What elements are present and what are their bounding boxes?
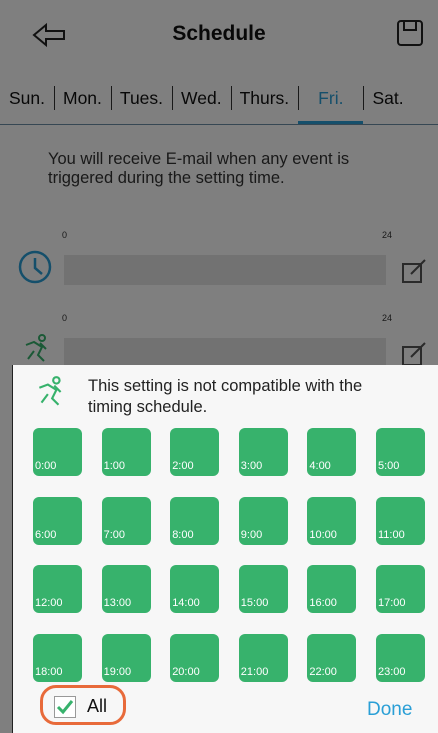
hour-cell[interactable]: 0:00 <box>33 428 82 476</box>
hour-cell[interactable]: 3:00 <box>238 428 288 476</box>
hour-cell[interactable]: 7:00 <box>101 496 151 545</box>
hour-cell[interactable]: 19:00 <box>101 633 151 682</box>
hour-cell[interactable]: 11:00 <box>376 496 425 545</box>
hour-label: 9:00 <box>240 528 263 541</box>
hour-cell[interactable]: 1:00 <box>101 428 151 476</box>
hour-label: 3:00 <box>240 460 263 472</box>
hour-label: 7:00 <box>103 528 126 541</box>
hour-label: 15:00 <box>240 597 269 609</box>
hour-cell[interactable]: 22:00 <box>307 633 357 682</box>
hour-cell[interactable]: 4:00 <box>307 428 357 476</box>
hour-cell[interactable]: 21:00 <box>238 633 288 682</box>
hour-label: 2:00 <box>172 460 194 472</box>
hour-cell[interactable]: 6:00 <box>33 496 82 545</box>
hour-label: 23:00 <box>378 665 406 678</box>
all-label: All <box>87 696 108 716</box>
bottom-sheet: This setting is not compatible with the … <box>13 365 438 733</box>
hour-label: 1:00 <box>103 460 126 472</box>
hour-label: 18:00 <box>35 665 63 678</box>
hour-label: 0:00 <box>35 460 57 472</box>
hour-cell[interactable]: 10:00 <box>307 496 357 545</box>
done-button[interactable]: Done <box>367 699 412 721</box>
hour-cell[interactable]: 16:00 <box>307 565 357 613</box>
hour-label: 8:00 <box>172 528 194 541</box>
all-checkbox-highlight[interactable]: All <box>40 685 126 725</box>
hour-label: 19:00 <box>103 665 132 678</box>
motion-icon <box>39 376 62 406</box>
hour-cell[interactable]: 14:00 <box>170 565 220 613</box>
hour-label: 14:00 <box>172 597 200 609</box>
hour-cell[interactable]: 12:00 <box>33 565 82 613</box>
hour-label: 17:00 <box>378 597 406 609</box>
hour-cell[interactable]: 2:00 <box>170 428 220 476</box>
screen: Schedule Sun. Mon. Tues. Wed. Thurs. Fri… <box>0 0 438 733</box>
hour-label: 13:00 <box>103 597 132 609</box>
hour-cell[interactable]: 17:00 <box>376 565 425 613</box>
hour-label: 16:00 <box>309 597 337 609</box>
hour-cell[interactable]: 5:00 <box>376 428 425 476</box>
hour-label: 11:00 <box>378 528 405 541</box>
hour-cell[interactable]: 23:00 <box>376 633 425 682</box>
compatibility-message: This setting is not compatible with the … <box>88 377 363 416</box>
all-checkbox[interactable] <box>54 696 76 718</box>
hour-cell[interactable]: 9:00 <box>238 496 288 545</box>
hour-cell[interactable]: 20:00 <box>170 633 220 682</box>
hour-cell[interactable]: 18:00 <box>33 633 82 682</box>
hour-label: 6:00 <box>35 528 57 541</box>
hour-label: 4:00 <box>309 460 331 472</box>
hour-label: 5:00 <box>378 460 400 472</box>
hour-label: 21:00 <box>240 665 269 678</box>
hour-cell[interactable]: 13:00 <box>101 565 151 613</box>
hour-cell[interactable]: 15:00 <box>238 565 288 613</box>
hour-label: 12:00 <box>35 597 63 609</box>
check-icon <box>56 700 74 715</box>
hour-cell[interactable]: 8:00 <box>170 496 220 545</box>
hour-label: 10:00 <box>309 528 337 541</box>
hour-label: 22:00 <box>309 665 337 678</box>
hour-label: 20:00 <box>172 665 200 678</box>
